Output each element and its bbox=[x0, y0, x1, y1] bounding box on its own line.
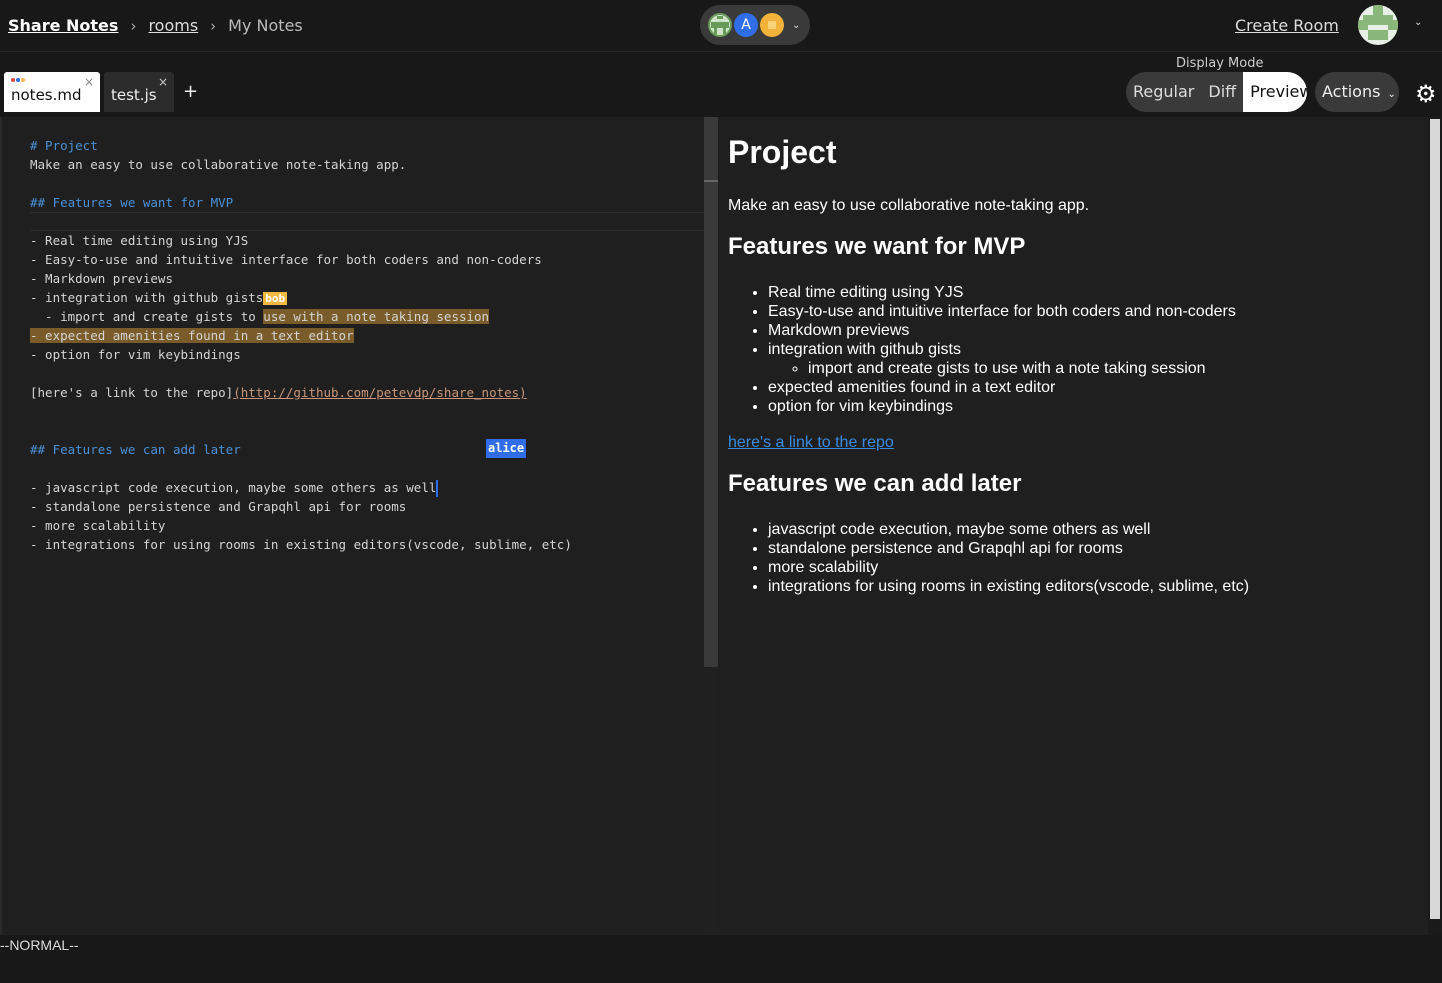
current-room-title: My Notes bbox=[228, 16, 303, 35]
editor-line: ## Features we want for MVP bbox=[30, 195, 234, 210]
preview-list-later: javascript code execution, maybe some ot… bbox=[768, 520, 1249, 596]
editor-line: [here's a link to the repo](http://githu… bbox=[30, 385, 527, 400]
close-icon[interactable]: × bbox=[158, 75, 168, 89]
display-mode-switch: Regular Diff Preview bbox=[1126, 72, 1307, 112]
editor-line: - standalone persistence and Grapqhl api… bbox=[30, 499, 407, 514]
display-mode-label: Display Mode bbox=[1176, 56, 1264, 71]
list-item: javascript code execution, maybe some ot… bbox=[768, 520, 1249, 539]
repo-link[interactable]: here's a link to the repo bbox=[728, 434, 894, 452]
editor-line: - javascript code execution, maybe some … bbox=[30, 480, 439, 497]
add-tab-button[interactable]: + bbox=[183, 81, 198, 102]
cursor-alice bbox=[436, 480, 439, 497]
chevron-down-icon: ⌄ bbox=[1387, 89, 1396, 100]
editor-line: Make an easy to use collaborative note-t… bbox=[30, 157, 407, 172]
rooms-link[interactable]: rooms bbox=[148, 16, 198, 35]
cursor-label-alice: alice bbox=[486, 439, 527, 458]
editor-line: - import and create gists to use with a … bbox=[30, 309, 490, 324]
editor-line: - Markdown previews bbox=[30, 271, 173, 286]
mode-preview-button[interactable]: Preview bbox=[1243, 72, 1307, 112]
editor-url: (http://github.com/petevdp/share_notes) bbox=[233, 385, 527, 400]
actions-label: Actions bbox=[1322, 82, 1381, 101]
breadcrumb-separator: › bbox=[210, 16, 217, 35]
markdown-preview: Project Make an easy to use collaborativ… bbox=[718, 117, 1428, 935]
mode-regular-button[interactable]: Regular bbox=[1126, 72, 1201, 112]
editor-line: - expected amenities found in a text edi… bbox=[30, 326, 572, 345]
gear-icon[interactable]: ⚙ bbox=[1415, 80, 1437, 108]
editor-line: - option for vim keybindings bbox=[30, 347, 241, 362]
close-icon[interactable]: × bbox=[84, 75, 94, 89]
preview-subheading: Features we can add later bbox=[728, 470, 1022, 497]
breadcrumb: Share Notes › rooms › My Notes bbox=[8, 16, 303, 35]
tab-notes-md[interactable]: notes.md × bbox=[4, 72, 100, 112]
user-avatar-identicon bbox=[708, 13, 732, 37]
list-item: integrations for using rooms in existing… bbox=[768, 577, 1249, 596]
editor-line: - more scalability bbox=[30, 518, 166, 533]
editor-line: - Easy-to-use and intuitive interface fo… bbox=[30, 252, 542, 267]
list-item: Easy-to-use and intuitive interface for … bbox=[768, 302, 1236, 321]
list-item: standalone persistence and Grapqhl api f… bbox=[768, 539, 1249, 558]
selection-bob: - expected amenities found in a text edi… bbox=[30, 328, 354, 343]
preview-scrollbar[interactable] bbox=[1428, 117, 1442, 935]
code-editor[interactable]: # Project Make an easy to use collaborati… bbox=[0, 117, 718, 935]
list-item: Real time editing using YJS bbox=[768, 283, 1236, 302]
mode-diff-button[interactable]: Diff bbox=[1201, 72, 1243, 112]
editor-line: - integrations for using rooms in existi… bbox=[30, 537, 572, 552]
list-item: more scalability bbox=[768, 558, 1249, 577]
file-tabs: notes.md × test.js × bbox=[4, 72, 174, 112]
editor-line: # Project bbox=[30, 138, 98, 153]
tab-test-js[interactable]: test.js × bbox=[104, 72, 174, 112]
user-avatar-bob bbox=[760, 13, 784, 37]
tab-label: test.js bbox=[111, 86, 157, 104]
editor-scrollbar[interactable] bbox=[704, 117, 718, 935]
editor-line: - integration with github gists bob bbox=[30, 290, 288, 305]
list-item: expected amenities found in a text edito… bbox=[768, 378, 1236, 397]
breadcrumb-separator: › bbox=[130, 16, 137, 35]
preview-list-mvp: Real time editing using YJS Easy-to-use … bbox=[768, 283, 1236, 416]
editor-text[interactable]: # Project Make an easy to use collaborati… bbox=[30, 117, 572, 592]
editing-users-dots bbox=[11, 78, 25, 82]
create-room-button[interactable]: Create Room bbox=[1235, 16, 1339, 35]
tab-label: notes.md bbox=[11, 86, 82, 104]
preview-paragraph: Make an easy to use collaborative note-t… bbox=[728, 197, 1090, 214]
list-item: import and create gists to use with a no… bbox=[808, 359, 1236, 378]
actions-dropdown[interactable]: Actions ⌄ bbox=[1315, 72, 1399, 112]
list-item: integration with github gists import and… bbox=[768, 340, 1236, 378]
cursor-label-bob: bob bbox=[263, 292, 288, 305]
vim-mode-status: --NORMAL-- bbox=[0, 937, 79, 953]
home-link[interactable]: Share Notes bbox=[8, 16, 118, 35]
chevron-down-icon: ⌄ bbox=[792, 19, 801, 31]
user-avatar-alice: A bbox=[734, 13, 758, 37]
preview-heading: Project bbox=[728, 134, 837, 170]
editor-line: - Real time editing using YJS bbox=[30, 233, 249, 248]
room-users-dropdown[interactable]: A ⌄ bbox=[700, 5, 810, 45]
profile-avatar[interactable] bbox=[1358, 5, 1398, 45]
list-item: option for vim keybindings bbox=[768, 397, 1236, 416]
selection-bob: use with a note taking session bbox=[263, 309, 490, 324]
top-bar: Share Notes › rooms › My Notes A ⌄ Creat… bbox=[0, 0, 1442, 52]
preview-subheading: Features we want for MVP bbox=[728, 233, 1026, 260]
chevron-down-icon[interactable]: ⌄ bbox=[1414, 17, 1422, 28]
list-item: Markdown previews bbox=[768, 321, 1236, 340]
